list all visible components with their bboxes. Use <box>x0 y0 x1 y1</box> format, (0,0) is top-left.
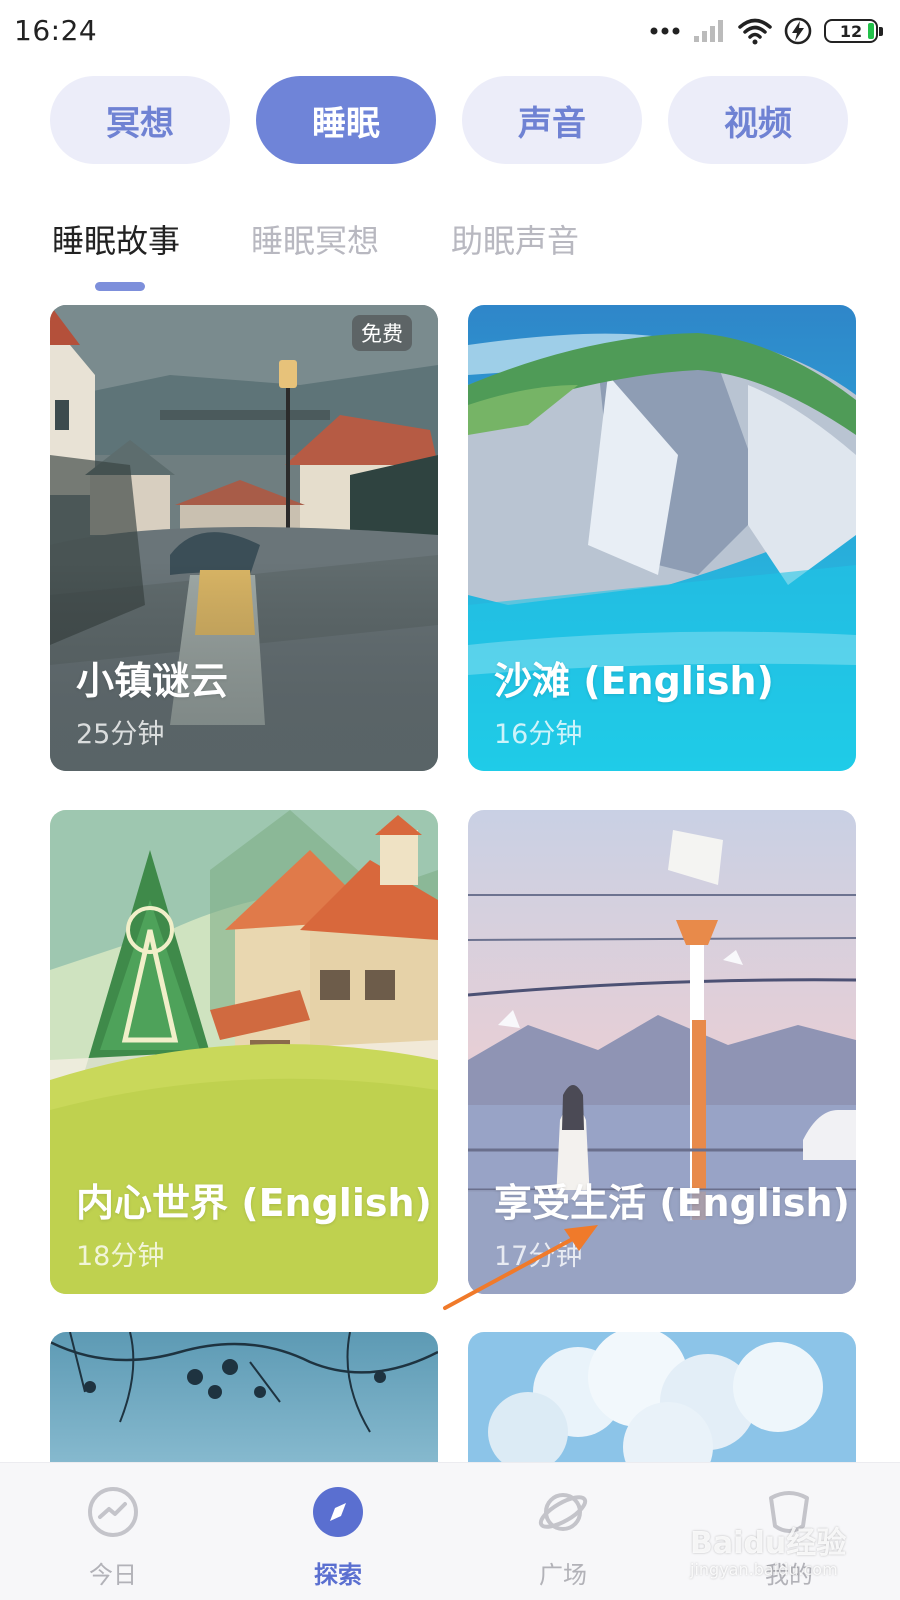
tab-sleep-stories[interactable]: 睡眠故事 <box>52 216 180 262</box>
trend-icon <box>88 1487 138 1537</box>
nav-item-today[interactable]: 今日 <box>48 1463 178 1600</box>
card-duration: 25分钟 <box>76 719 165 750</box>
card-duration: 16分钟 <box>494 719 583 750</box>
tab-sleep-sounds[interactable]: 助眠声音 <box>451 216 579 262</box>
nav-label: 探索 <box>314 1561 362 1589</box>
status-time: 16:24 <box>14 14 98 47</box>
wifi-icon <box>738 18 772 45</box>
story-card-town[interactable]: 免费 小镇谜云 25分钟 <box>50 305 438 771</box>
story-card-inner-world[interactable]: 内心世界 (English) 18分钟 <box>50 810 438 1294</box>
free-badge: 免费 <box>352 315 412 351</box>
category-video-pill[interactable]: 视频 <box>668 76 848 164</box>
nav-item-explore[interactable]: 探索 <box>273 1463 403 1600</box>
story-card-beach[interactable]: 沙滩 (English) 16分钟 <box>468 305 856 771</box>
category-tabs: 冥想 睡眠 声音 视频 <box>50 76 850 164</box>
card-title: 小镇谜云 <box>76 659 229 703</box>
card-title: 内心世界 (English) <box>76 1181 432 1225</box>
more-dots-icon <box>650 27 680 35</box>
planet-icon <box>538 1493 588 1531</box>
card-duration: 18分钟 <box>76 1241 165 1272</box>
status-bar: 16:24 12 <box>0 0 900 62</box>
category-sound-pill[interactable]: 声音 <box>462 76 642 164</box>
category-meditation-pill[interactable]: 冥想 <box>50 76 230 164</box>
nav-label: 广场 <box>539 1561 587 1589</box>
battery-icon: 12 <box>824 19 883 43</box>
charging-icon <box>784 17 812 45</box>
active-tab-indicator <box>95 282 145 291</box>
compass-icon <box>313 1487 363 1537</box>
category-sleep-pill[interactable]: 睡眠 <box>256 76 436 164</box>
watermark-sub: jingyan.baidu.com <box>690 1560 838 1579</box>
signal-icon <box>694 20 723 42</box>
status-icons: 12 <box>650 14 883 48</box>
nav-item-square[interactable]: 广场 <box>498 1463 628 1600</box>
watermark-text: Baidu经验 <box>690 1526 847 1561</box>
card-title: 沙滩 (English) <box>494 659 774 703</box>
watermark: Baidu经验 jingyan.baidu.com <box>690 1518 846 1579</box>
annotation-arrow-icon <box>443 1225 598 1310</box>
tab-sleep-meditation[interactable]: 睡眠冥想 <box>251 216 379 262</box>
nav-label: 今日 <box>89 1561 137 1589</box>
battery-level: 12 <box>839 21 863 41</box>
